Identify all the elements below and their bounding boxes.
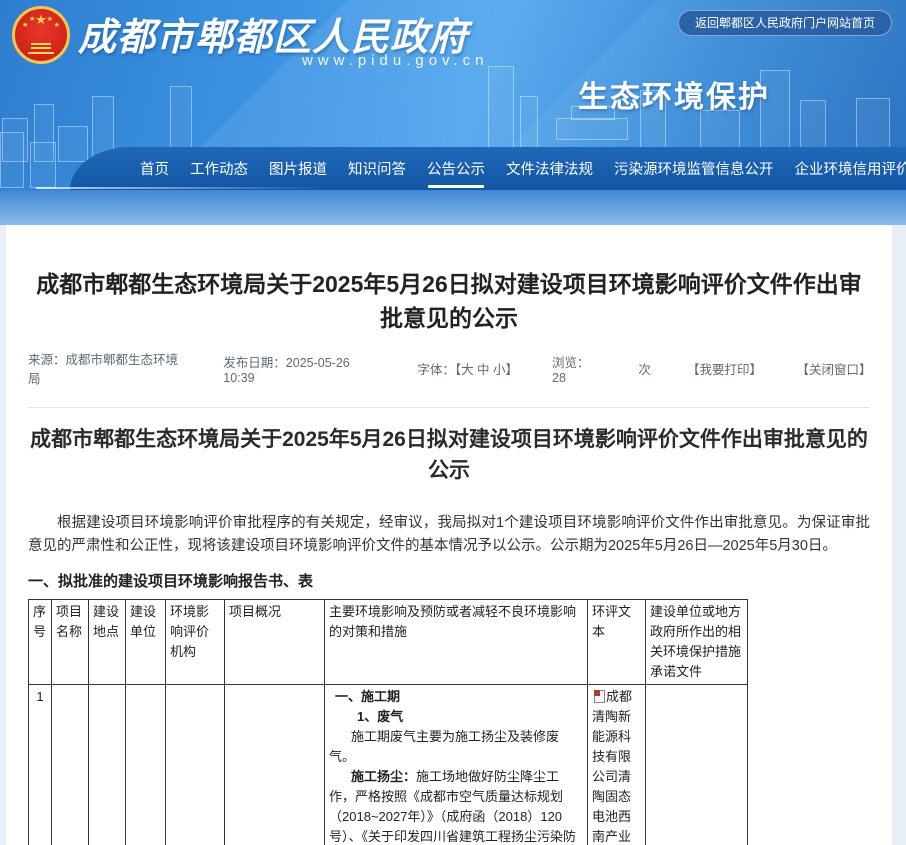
cell-eia-agency [166, 685, 225, 845]
gate-outline [556, 118, 628, 140]
doc-attachment-icon [594, 690, 605, 703]
measures-heading-1: 一、施工期 [329, 687, 583, 707]
national-emblem-icon: ★ ★ ★ ★ ★ [12, 6, 70, 64]
emblem-star-icon: ★ [35, 13, 47, 26]
nav-item-photo-reports[interactable]: 图片报道 [269, 158, 327, 179]
meta-views-unit: 次 [638, 359, 651, 378]
col-header-project-name: 项目名称 [52, 600, 89, 685]
page-title: 成都市郫都生态环境局关于2025年5月26日拟对建设项目环境影响评价文件作出审批… [28, 267, 870, 335]
col-header-location: 建设地点 [89, 600, 126, 685]
nav-underline-decoration [36, 187, 326, 189]
cell-eia-text: 成都清陶新能源科技有限公司清陶固态电池西南产业基地项目 [588, 685, 646, 845]
col-header-overview: 项目概况 [225, 600, 325, 685]
cell-commitment [646, 685, 748, 845]
building-outline [0, 132, 24, 188]
eia-document-link[interactable]: 成都清陶新能源科技有限公司清陶固态电池西南产业基地项目 [592, 689, 632, 845]
building-outline [30, 142, 56, 188]
cell-builder [126, 685, 166, 845]
emblem-star-icon: ★ [54, 22, 60, 29]
content-title: 成都市郫都生态环境局关于2025年5月26日拟对建设项目环境影响评价文件作出审批… [28, 424, 870, 486]
approval-table: 序号 项目名称 建设地点 建设单位 环境影响评价机构 项目概况 主要环境影响及预… [28, 599, 748, 845]
font-size-switcher[interactable]: 字体：【大 中 小】 [417, 359, 516, 378]
measures-paragraph: 施工扬尘：施工场地做好防尘降尘工作，严格按照《成都市空气质量达标规划（2018~… [329, 767, 583, 845]
emblem-gate-icon [28, 43, 54, 54]
col-header-measures: 主要环境影响及预防或者减轻不良环境影响的对策和措施 [325, 600, 588, 685]
return-portal-button[interactable]: 返回郫都区人民政府门户网站首页 [678, 10, 892, 36]
nav-item-knowledge-qa[interactable]: 知识问答 [348, 158, 406, 179]
nav-item-home[interactable]: 首页 [140, 158, 169, 179]
cell-overview [225, 685, 325, 845]
col-header-index: 序号 [29, 600, 52, 685]
nav-item-pollution-supervision[interactable]: 污染源环境监管信息公开 [614, 158, 774, 179]
measures-paragraph: 施工期废气主要为施工扬尘及装修废气。 [329, 727, 583, 767]
measures-dust-label: 施工扬尘： [351, 769, 416, 784]
section-title: 生态环境保护 [578, 72, 770, 116]
nav-item-enterprise-credit[interactable]: 企业环境信用评价 [795, 158, 906, 179]
cell-project-name [52, 685, 89, 845]
col-header-commitment: 建设单位或地方政府所作出的相关环境保护措施承诺文件 [646, 600, 748, 685]
nav-item-laws-regulations[interactable]: 文件法律法规 [506, 158, 593, 179]
building-outline [58, 126, 88, 162]
col-header-builder: 建设单位 [126, 600, 166, 685]
section-heading: 一、拟批准的建设项目环境影响报告书、表 [28, 570, 870, 591]
meta-source: 来源：成都市郫都生态环境局 [28, 349, 187, 387]
cell-measures: 一、施工期 1、废气 施工期废气主要为施工扬尘及装修废气。 施工扬尘：施工场地做… [325, 685, 588, 845]
site-url: www.pidu.gov.cn [302, 52, 488, 69]
col-header-eia-text: 环评文本 [588, 600, 646, 685]
cell-index: 1 [29, 685, 52, 845]
content-card: 成都市郫都生态环境局关于2025年5月26日拟对建设项目环境影响评价文件作出审批… [6, 225, 892, 845]
emblem-star-icon: ★ [29, 16, 35, 23]
nav-item-work-news[interactable]: 工作动态 [190, 158, 248, 179]
article-meta: 来源：成都市郫都生态环境局 发布日期：2025-05-26 10:39 字体：【… [28, 349, 870, 408]
col-header-eia-agency: 环境影响评价机构 [166, 600, 225, 685]
eia-document-title: 成都清陶新能源科技有限公司清陶固态电池西南产业基地项目 [592, 689, 632, 845]
main-nav: 首页 工作动态 图片报道 知识问答 公告公示 文件法律法规 污染源环境监管信息公… [70, 147, 906, 190]
print-button[interactable]: 【我要打印】 [687, 359, 761, 378]
table-row: 1 一、施工期 1、废气 施工期废气主要为施工扬尘及装修废气。 施工扬尘：施工场… [29, 685, 748, 845]
measures-heading-2: 1、废气 [329, 707, 583, 727]
meta-date: 发布日期：2025-05-26 10:39 [223, 352, 381, 385]
intro-paragraph: 根据建设项目环境影响评价审批程序的有关规定，经审议，我局拟对1个建设项目环境影响… [28, 512, 870, 558]
cell-location [89, 685, 126, 845]
nav-item-announcements[interactable]: 公告公示 [427, 158, 485, 179]
emblem-star-icon: ★ [47, 16, 53, 23]
table-header-row: 序号 项目名称 建设地点 建设单位 环境影响评价机构 项目概况 主要环境影响及预… [29, 600, 748, 685]
banner-bottom-gradient [0, 190, 906, 225]
site-banner: ★ ★ ★ ★ ★ 成都市郫都区人民政府 www.pidu.gov.cn 返回郫… [0, 0, 906, 225]
close-window-button[interactable]: 【关闭窗口】 [796, 359, 870, 378]
emblem-star-icon: ★ [22, 22, 28, 29]
meta-views: 浏览：28 [552, 352, 602, 385]
